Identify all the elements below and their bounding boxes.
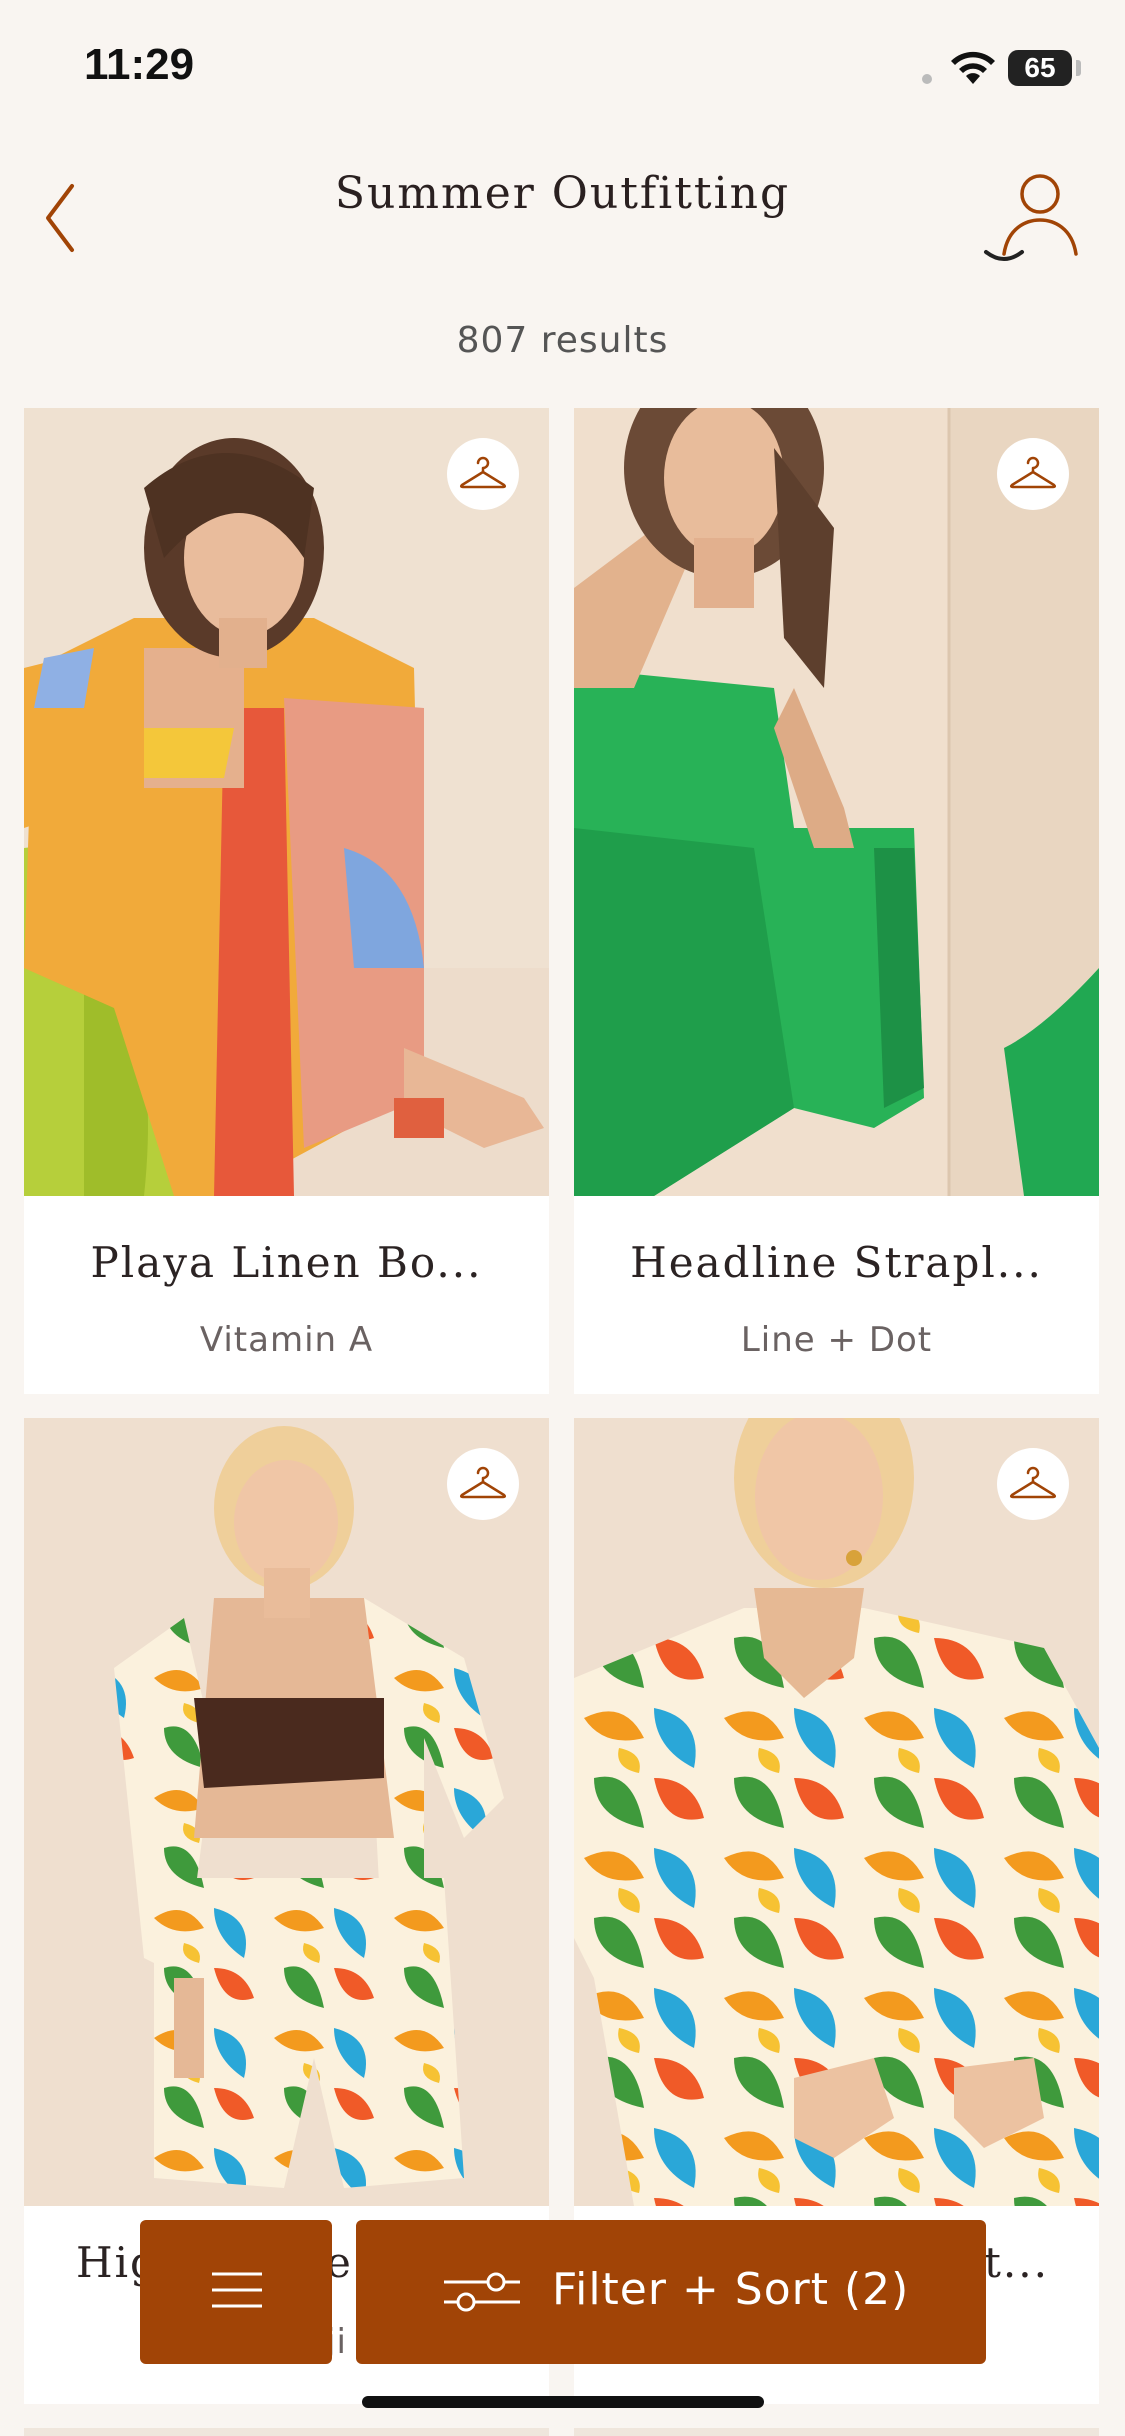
- results-count: 807 results: [456, 320, 669, 361]
- navigation-header: Summer Outfitting: [0, 140, 1125, 290]
- product-brand: Line + Dot: [740, 1320, 933, 1360]
- wishlist-button[interactable]: [997, 1448, 1069, 1520]
- product-name: Playa Linen Bo...: [90, 1238, 483, 1287]
- product-card[interactable]: Headline Strapl... Line + Dot: [574, 408, 1099, 1394]
- home-indicator: [362, 2396, 764, 2408]
- filter-sort-label: Filter + Sort (2): [552, 2264, 910, 2315]
- wishlist-button[interactable]: [997, 438, 1069, 510]
- status-time: 11:29: [84, 40, 195, 89]
- wishlist-button[interactable]: [447, 1448, 519, 1520]
- back-button[interactable]: [40, 164, 84, 264]
- filter-sort-button[interactable]: Filter + Sort (2): [356, 2220, 986, 2364]
- product-name-suffix: t...: [984, 2238, 1049, 2287]
- battery-icon: 65: [1008, 50, 1072, 86]
- page-title: Summer Outfitting: [334, 168, 791, 219]
- status-bar: 11:29 65: [0, 0, 1125, 140]
- profile-button[interactable]: [998, 166, 1082, 258]
- cellular-signal-icon: [922, 74, 932, 84]
- hanger-icon: [459, 1466, 507, 1499]
- wifi-icon: [951, 51, 995, 84]
- menu-button[interactable]: [140, 2220, 332, 2364]
- hanger-icon: [459, 456, 507, 489]
- user-icon: [1002, 174, 1078, 256]
- wishlist-button[interactable]: [447, 438, 519, 510]
- product-image[interactable]: [574, 408, 1099, 1196]
- battery-tip: [1076, 60, 1081, 76]
- product-image[interactable]: [24, 1418, 549, 2206]
- chevron-left-icon: [46, 184, 74, 252]
- hamburger-icon: [212, 2272, 262, 2308]
- sliders-icon: [444, 2272, 520, 2312]
- loading-spinner-arc: [984, 250, 1024, 261]
- next-row-card-edge: [24, 2428, 549, 2436]
- hanger-icon: [1009, 456, 1057, 489]
- product-image[interactable]: [574, 1418, 1099, 2206]
- next-row-card-edge: [574, 2428, 1099, 2436]
- product-card[interactable]: Playa Linen Bo... Vitamin A: [24, 408, 549, 1394]
- product-image[interactable]: [24, 408, 549, 1196]
- product-name: Headline Strapl...: [630, 1238, 1043, 1287]
- product-brand: Vitamin A: [199, 1320, 374, 1360]
- hanger-icon: [1009, 1466, 1057, 1499]
